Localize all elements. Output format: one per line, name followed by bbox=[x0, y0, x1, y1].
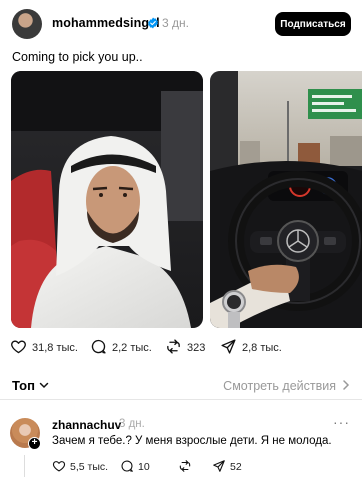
reply-comment-count: 10 bbox=[138, 461, 150, 473]
replies-sort-bar: Топ Смотреть действия bbox=[0, 372, 362, 400]
heart-icon bbox=[52, 459, 66, 476]
more-options-icon[interactable]: ··· bbox=[333, 414, 350, 430]
like-button[interactable]: 31,8 тыс. bbox=[10, 336, 78, 360]
verified-badge-icon bbox=[147, 16, 159, 29]
thread-line bbox=[24, 455, 25, 477]
repost-icon bbox=[165, 338, 182, 358]
reply-share-count: 52 bbox=[230, 461, 242, 473]
reply-comment-button[interactable]: 10 bbox=[120, 458, 150, 476]
view-activity-label: Смотреть действия bbox=[223, 379, 336, 393]
reply-author-username[interactable]: zhannachuv bbox=[52, 418, 121, 432]
author-avatar[interactable] bbox=[12, 9, 42, 39]
reply-time: 3 дн. bbox=[119, 418, 145, 430]
repost-icon bbox=[178, 459, 192, 476]
subscribe-button[interactable]: Подписаться bbox=[275, 12, 351, 36]
comment-count: 2,2 тыс. bbox=[112, 342, 152, 354]
chevron-right-icon bbox=[342, 379, 350, 393]
comment-bubble-icon bbox=[120, 459, 134, 476]
reply-like-button[interactable]: 5,5 тыс. bbox=[52, 458, 108, 476]
reply-like-count: 5,5 тыс. bbox=[70, 461, 109, 473]
reply-item: + zhannachuv 3 дн. ··· Зачем я тебе.? У … bbox=[0, 410, 362, 480]
post-header: mohammedsingel 3 дн. Подписаться bbox=[0, 0, 362, 46]
chevron-down-icon bbox=[39, 378, 49, 393]
share-button[interactable]: 2,8 тыс. bbox=[220, 336, 282, 360]
reply-repost-button[interactable] bbox=[178, 458, 192, 476]
author-username[interactable]: mohammedsingel bbox=[52, 16, 160, 30]
post-photo-portrait[interactable] bbox=[11, 71, 203, 328]
post-photo-steering-wheel[interactable] bbox=[210, 71, 362, 328]
heart-icon bbox=[10, 338, 27, 358]
share-count: 2,8 тыс. bbox=[242, 342, 282, 354]
repost-button[interactable]: 323 bbox=[165, 336, 205, 360]
sort-dropdown[interactable]: Топ bbox=[12, 378, 49, 393]
post-time: 3 дн. bbox=[162, 16, 189, 30]
view-activity-link[interactable]: Смотреть действия bbox=[223, 379, 350, 393]
reply-actions-bar: 5,5 тыс. 10 52 bbox=[52, 458, 352, 476]
send-icon bbox=[220, 338, 237, 358]
sort-label: Топ bbox=[12, 378, 35, 393]
post-actions-bar: 31,8 тыс. 2,2 тыс. 323 2,8 тыс. bbox=[0, 336, 362, 360]
reply-share-button[interactable]: 52 bbox=[212, 458, 242, 476]
post-caption: Coming to pick you up.. bbox=[12, 50, 143, 64]
comment-button[interactable]: 2,2 тыс. bbox=[90, 336, 152, 360]
comment-bubble-icon bbox=[90, 338, 107, 358]
reply-text: Зачем я тебе.? У меня взрослые дети. Я н… bbox=[52, 435, 332, 447]
like-count: 31,8 тыс. bbox=[32, 342, 78, 354]
follow-plus-icon[interactable]: + bbox=[28, 437, 41, 450]
repost-count: 323 bbox=[187, 342, 206, 354]
send-icon bbox=[212, 459, 226, 476]
